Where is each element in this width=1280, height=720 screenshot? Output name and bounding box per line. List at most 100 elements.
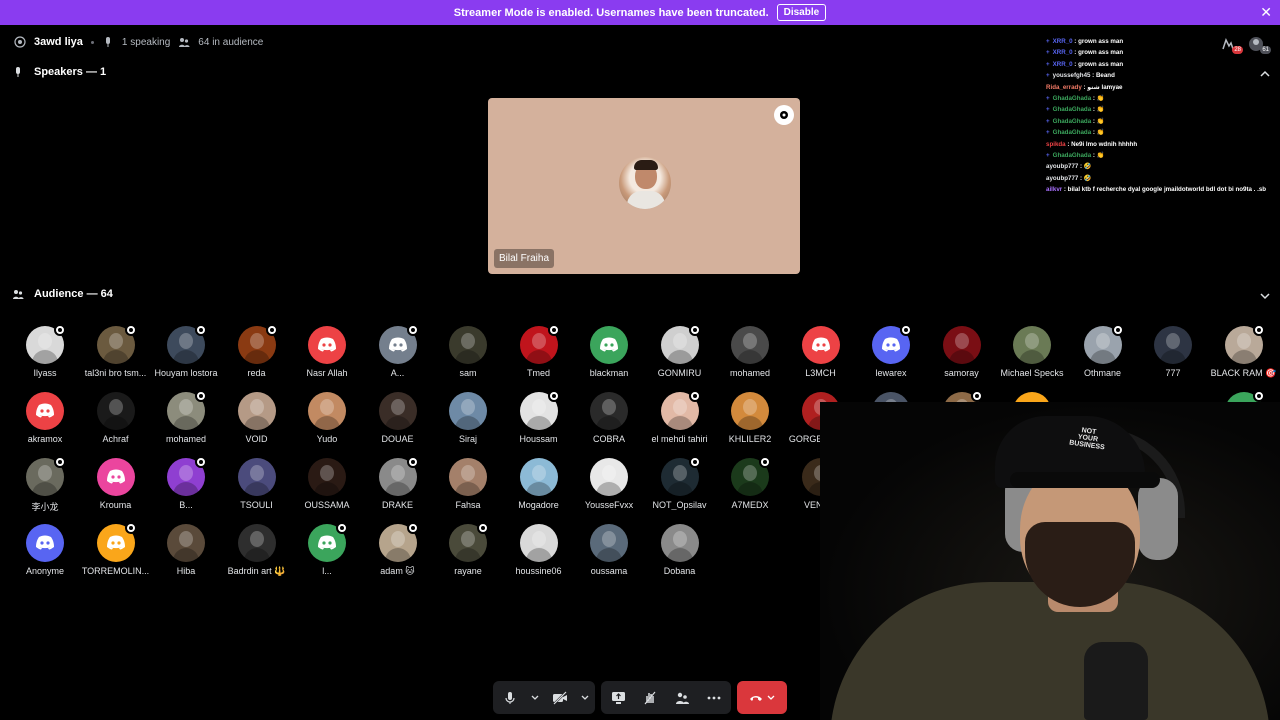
avatar: [590, 326, 628, 364]
audience-member[interactable]: Hiba: [151, 518, 221, 578]
chat-username: youssefgh45: [1052, 72, 1091, 80]
chat-username: GhadaGhada: [1052, 95, 1092, 103]
speaker-tile[interactable]: Bilal Fraiha: [488, 98, 800, 274]
chat-text: 👏: [1096, 129, 1105, 137]
status-badge-icon: [406, 522, 419, 534]
user-avatar-icon[interactable]: 61: [1248, 36, 1271, 54]
audience-member[interactable]: NOT_Opsilav: [645, 452, 715, 512]
audience-member[interactable]: B...: [151, 452, 221, 512]
audience-member[interactable]: Krouma: [81, 452, 151, 512]
audience-member[interactable]: Yudo: [292, 386, 362, 446]
activity-icon[interactable]: 28: [1220, 36, 1243, 54]
audience-member[interactable]: Badrdin art 🔱: [222, 518, 292, 578]
audience-member[interactable]: DRAKE: [363, 452, 433, 512]
raise-hand-off-button[interactable]: [639, 687, 661, 709]
discord-logo-icon: [106, 469, 125, 484]
microphone-icon: [505, 691, 515, 704]
audience-member[interactable]: KHLILER2: [715, 386, 785, 446]
screen-share-button[interactable]: [607, 687, 629, 709]
audience-member[interactable]: mohamed: [715, 320, 785, 380]
audience-member[interactable]: 777: [1138, 320, 1208, 380]
banner-text: Streamer Mode is enabled. Usernames have…: [453, 6, 769, 19]
audience-member[interactable]: COBRA: [574, 386, 644, 446]
close-icon[interactable]: ✕: [1260, 5, 1272, 19]
chat-message: + GhadaGhada : 👏: [1046, 117, 1105, 125]
chat-message: spikda : Ne9i lmo wdnih hhhhh: [1046, 140, 1138, 148]
audience-member[interactable]: Houyam lostora: [151, 320, 221, 380]
audience-member[interactable]: GONMIRU: [645, 320, 715, 380]
status-badge-icon: [900, 324, 912, 336]
audience-member[interactable]: el mehdi tahiri: [645, 386, 715, 446]
avatar: [308, 326, 346, 364]
chat-username: ayoubp777: [1046, 163, 1079, 171]
audience-member[interactable]: oussama: [574, 518, 644, 578]
audience-member[interactable]: adam 🐱: [363, 518, 433, 578]
audience-member[interactable]: blackman: [574, 320, 644, 380]
avatar: [1154, 326, 1192, 364]
audience-member[interactable]: 李小龙: [10, 452, 80, 512]
microphone-button[interactable]: [499, 687, 521, 709]
microphone-icon: [16, 67, 20, 77]
chevron-down-icon[interactable]: [1260, 291, 1270, 301]
leave-stage-button[interactable]: [737, 681, 787, 714]
audience-member[interactable]: Michael Specks: [997, 320, 1067, 380]
avatar: [26, 524, 64, 562]
audience-member[interactable]: OUSSAMA: [292, 452, 362, 512]
audience-member[interactable]: Dobana: [645, 518, 715, 578]
discord-logo-icon: [36, 535, 54, 550]
ellipsis-icon: [707, 696, 721, 699]
avatar: [378, 392, 417, 430]
speakers-heading[interactable]: Speakers — 1: [12, 66, 106, 78]
audience-member[interactable]: Siraj: [433, 386, 503, 446]
audience-member[interactable]: VOID: [222, 386, 292, 446]
audience-member[interactable]: Ilyass: [10, 320, 80, 380]
audience-member[interactable]: houssine06: [504, 518, 574, 578]
camera-off-button[interactable]: [549, 687, 571, 709]
audience-member[interactable]: DOUAE: [363, 386, 433, 446]
chat-text: Beand: [1095, 72, 1115, 80]
audience-member[interactable]: sam: [433, 320, 503, 380]
camera-options-chevron-icon[interactable]: [581, 687, 589, 709]
audience-member[interactable]: reda: [222, 320, 292, 380]
audience-member[interactable]: TORREMOLIN...: [81, 518, 151, 578]
chat-message: + GhadaGhada : 👏: [1046, 152, 1105, 160]
subscriber-icon: +: [1046, 38, 1050, 45]
audience-member[interactable]: Tmed: [504, 320, 574, 380]
speakers-heading-label: Speakers — 1: [34, 66, 107, 78]
audience-member[interactable]: Anonyme: [10, 518, 80, 578]
audience-member[interactable]: mohamed: [151, 386, 221, 446]
avatar: [660, 524, 699, 562]
status-badge-icon: [195, 390, 207, 402]
audience-member[interactable]: Achraf: [81, 386, 151, 446]
chat-text: bilal ktb f recherche dyal google jmaild…: [1067, 186, 1266, 194]
audience-member[interactable]: A...: [363, 320, 433, 380]
audience-list-button[interactable]: [671, 687, 693, 709]
audience-member[interactable]: BLACK RAM 🎯: [1209, 320, 1279, 380]
subscriber-icon: +: [1046, 60, 1050, 68]
audience-heading[interactable]: Audience — 64: [12, 288, 113, 300]
audience-member[interactable]: Fahsa: [433, 452, 503, 512]
audience-member[interactable]: A7MEDX: [715, 452, 785, 512]
avatar: [519, 458, 558, 496]
audience-member[interactable]: l...: [292, 518, 362, 578]
discord-logo-icon: [36, 403, 54, 418]
more-options-button[interactable]: [703, 687, 725, 709]
audience-member[interactable]: samoray: [927, 320, 997, 380]
audience-member[interactable]: Nasr Allah: [292, 320, 362, 380]
disable-streamer-mode-button[interactable]: Disable: [776, 4, 827, 21]
audience-member[interactable]: tal3ni bro tsm...: [81, 320, 151, 380]
audience-member[interactable]: Mogadore: [504, 452, 574, 512]
audience-member[interactable]: YousseFvxx: [574, 452, 644, 512]
audience-member[interactable]: L3MCH: [786, 320, 856, 380]
audience-member[interactable]: Othmane: [1068, 320, 1138, 380]
mic-options-chevron-icon[interactable]: [531, 687, 539, 709]
audience-member[interactable]: rayane: [433, 518, 503, 578]
chat-username: XRR_0: [1052, 49, 1073, 57]
audience-member[interactable]: TSOULI: [222, 452, 292, 512]
audience-member[interactable]: Houssam: [504, 386, 574, 446]
status-badge-icon: [970, 390, 983, 402]
audience-member[interactable]: lewarex: [856, 320, 926, 380]
audience-member[interactable]: akramox: [10, 386, 80, 446]
chat-username: GhadaGhada: [1052, 117, 1092, 125]
avatar: [449, 326, 487, 364]
